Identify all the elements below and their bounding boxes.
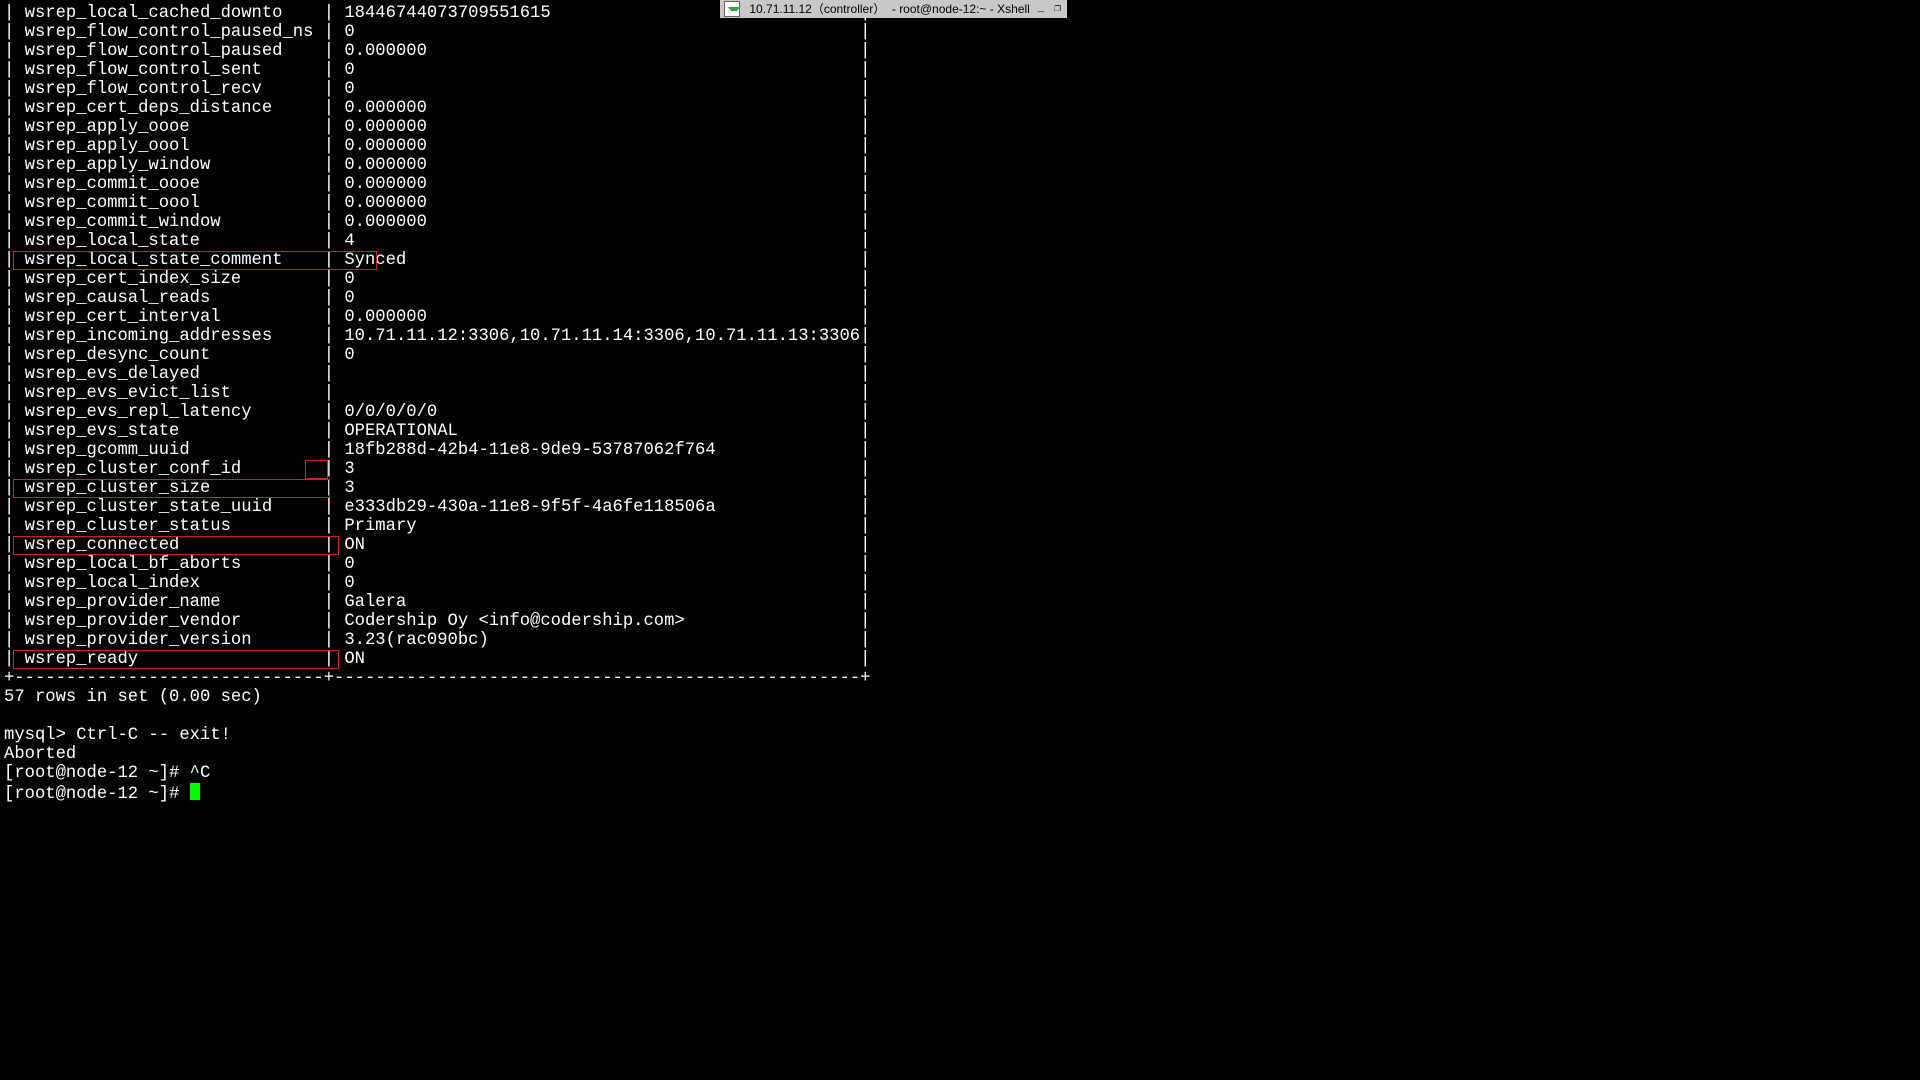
table-row: | wsrep_cluster_size | 3 | bbox=[4, 479, 870, 498]
table-row: | wsrep_apply_oooe | 0.000000 | bbox=[4, 118, 870, 137]
table-row: | wsrep_local_bf_aborts | 0 | bbox=[4, 555, 870, 574]
table-row: | wsrep_incoming_addresses | 10.71.11.12… bbox=[4, 327, 870, 346]
cursor bbox=[190, 783, 200, 800]
shell-prompt-prev: [root@node-12 ~]# ^C bbox=[4, 764, 870, 783]
mysql-exit-line: mysql> Ctrl-C -- exit! bbox=[4, 726, 870, 745]
maximize-button[interactable]: ❐ bbox=[1052, 0, 1063, 19]
minimize-button[interactable]: _ bbox=[1036, 0, 1047, 19]
table-row: | wsrep_apply_window | 0.000000 | bbox=[4, 156, 870, 175]
window-title: 10.71.11.12（controller） - root@node-12:~… bbox=[746, 0, 1030, 19]
table-row: | wsrep_local_index | 0 | bbox=[4, 574, 870, 593]
table-row: | wsrep_evs_evict_list | | bbox=[4, 384, 870, 403]
table-row: | wsrep_provider_version | 3.23(rac090bc… bbox=[4, 631, 870, 650]
table-row: | wsrep_ready | ON | bbox=[4, 650, 870, 669]
table-row: | wsrep_apply_oool | 0.000000 | bbox=[4, 137, 870, 156]
table-row: | wsrep_cluster_conf_id | 3 | bbox=[4, 460, 870, 479]
table-row: | wsrep_cluster_status | Primary | bbox=[4, 517, 870, 536]
highlight-box bbox=[305, 460, 328, 479]
highlight-box bbox=[13, 650, 339, 669]
highlight-box bbox=[13, 251, 376, 270]
terminal-output[interactable]: | wsrep_local_cached_downto | 1844674407… bbox=[4, 4, 870, 802]
table-separator: +------------------------------+--------… bbox=[4, 669, 870, 688]
highlight-box bbox=[13, 479, 329, 498]
table-row: | wsrep_evs_delayed | | bbox=[4, 365, 870, 384]
table-row: | wsrep_provider_name | Galera | bbox=[4, 593, 870, 612]
app-icon bbox=[724, 1, 740, 17]
table-row: | wsrep_flow_control_sent | 0 | bbox=[4, 61, 870, 80]
table-row: | wsrep_provider_vendor | Codership Oy <… bbox=[4, 612, 870, 631]
aborted-line: Aborted bbox=[4, 745, 870, 764]
table-row: | wsrep_cert_interval | 0.000000 | bbox=[4, 308, 870, 327]
table-row: | wsrep_commit_window | 0.000000 | bbox=[4, 213, 870, 232]
table-row: | wsrep_desync_count | 0 | bbox=[4, 346, 870, 365]
highlight-box bbox=[13, 536, 339, 555]
table-row: | wsrep_connected | ON | bbox=[4, 536, 870, 555]
rows-summary: 57 rows in set (0.00 sec) bbox=[4, 688, 870, 707]
table-row: | wsrep_cert_index_size | 0 | bbox=[4, 270, 870, 289]
table-row: | wsrep_cert_deps_distance | 0.000000 | bbox=[4, 99, 870, 118]
shell-prompt-current: [root@node-12 ~]# bbox=[4, 783, 870, 802]
window-titlebar[interactable]: 10.71.11.12（controller） - root@node-12:~… bbox=[720, 0, 1067, 18]
table-row: | wsrep_local_state_comment | Synced | bbox=[4, 251, 870, 270]
table-row: | wsrep_commit_oool | 0.000000 | bbox=[4, 194, 870, 213]
table-row: | wsrep_flow_control_paused_ns | 0 | bbox=[4, 23, 870, 42]
table-row: | wsrep_causal_reads | 0 | bbox=[4, 289, 870, 308]
table-row: | wsrep_evs_state | OPERATIONAL | bbox=[4, 422, 870, 441]
table-row: | wsrep_commit_oooe | 0.000000 | bbox=[4, 175, 870, 194]
blank-line bbox=[4, 707, 870, 726]
table-row: | wsrep_cluster_state_uuid | e333db29-43… bbox=[4, 498, 870, 517]
table-row: | wsrep_gcomm_uuid | 18fb288d-42b4-11e8-… bbox=[4, 441, 870, 460]
table-row: | wsrep_flow_control_recv | 0 | bbox=[4, 80, 870, 99]
table-row: | wsrep_flow_control_paused | 0.000000 | bbox=[4, 42, 870, 61]
table-row: | wsrep_evs_repl_latency | 0/0/0/0/0 | bbox=[4, 403, 870, 422]
table-row: | wsrep_local_state | 4 | bbox=[4, 232, 870, 251]
